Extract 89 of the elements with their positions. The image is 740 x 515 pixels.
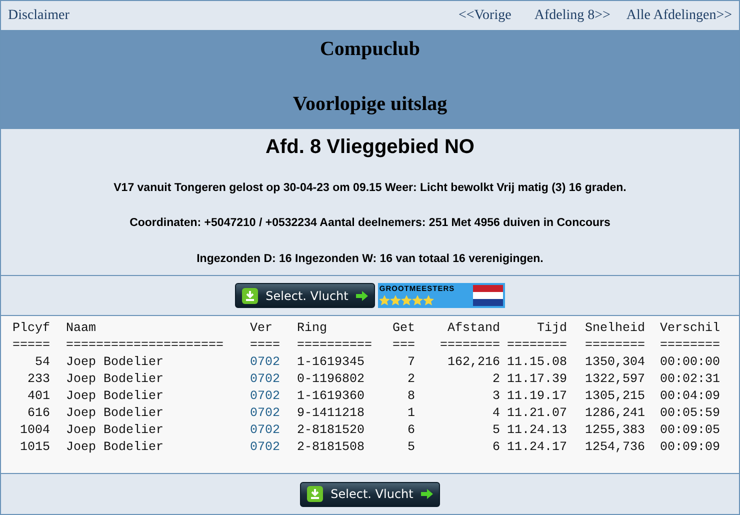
- table-cell-text: 11.19.17: [506, 388, 567, 405]
- select-flight-button[interactable]: Select. Vlucht: [234, 283, 376, 308]
- table-cell-text: 11.15.08: [506, 354, 567, 371]
- column-header: Afstand: [446, 320, 500, 337]
- table-cell-text: 401: [26, 388, 50, 405]
- column-header: Plcyf: [12, 320, 50, 337]
- header-rule: ========: [506, 337, 567, 354]
- table-cell-text: 00:05:59: [658, 405, 720, 422]
- table-cell-text: 1305,215: [584, 388, 645, 405]
- table-cell-text: 7: [406, 354, 415, 371]
- table-cell-text: 11.24.13: [506, 422, 567, 439]
- header-rule: =====================: [66, 337, 225, 354]
- table-cell-text: 162,216: [446, 354, 500, 371]
- table-cell-text: 1254,736: [584, 439, 645, 456]
- club-link[interactable]: 0702: [250, 371, 297, 388]
- club-link[interactable]: 0702: [250, 422, 297, 439]
- header-rule: ==========: [297, 337, 374, 354]
- club-link[interactable]: 0702: [250, 405, 297, 422]
- header-rule: ====: [250, 337, 282, 354]
- club-link[interactable]: 0702: [250, 388, 297, 405]
- table-cell-text: 2-8181520: [297, 422, 366, 439]
- column-header: Verschil: [658, 320, 720, 337]
- table-cell-text: 5: [406, 439, 415, 456]
- column-header: Snelheid: [584, 320, 645, 337]
- club-link[interactable]: 0702: [250, 354, 297, 371]
- table-cell-text: 00:09:09: [658, 439, 720, 456]
- table-cell-text: Joep Bodelier: [66, 354, 165, 371]
- table-cell-text: 9-1411218: [297, 405, 366, 422]
- table-cell-text: 8: [406, 388, 415, 405]
- table-cell-text: Joep Bodelier: [66, 405, 165, 422]
- table-cell-text: 11.24.17: [506, 439, 567, 456]
- column-header: Ver: [250, 320, 274, 337]
- flight-info-line: Ingezonden D: 16 Ingezonden W: 16 van totaal 16 verenigingen.: [196, 252, 544, 266]
- table-cell-text: 54: [34, 354, 50, 371]
- table-cell-text: Joep Bodelier: [66, 422, 165, 439]
- table-cell-text: 1-1619345: [297, 354, 366, 371]
- table-cell-text: 2-8181508: [297, 439, 366, 456]
- table-cell-text: 00:04:09: [658, 388, 720, 405]
- table-cell-text: 00:09:05: [658, 422, 720, 439]
- download-icon: [306, 486, 323, 502]
- table-cell-text: 1350,304: [584, 354, 645, 371]
- column-header: Tijd: [536, 320, 567, 337]
- division-title: Afd. 8 Vlieggebied NO: [266, 135, 474, 160]
- table-cell-text: 0-1196802: [297, 371, 366, 388]
- table-cell-text: 1004: [18, 422, 50, 439]
- table-cell-text: 1322,597: [584, 371, 645, 388]
- disclaimer-link[interactable]: Disclaimer: [8, 5, 70, 26]
- table-cell-text: 5: [491, 422, 500, 439]
- select-flight-button[interactable]: Select. Vlucht: [300, 482, 440, 506]
- club-title: Compuclub: [320, 37, 420, 62]
- table-cell-text: 11.17.39: [506, 371, 567, 388]
- column-header: Get: [391, 320, 415, 337]
- column-header: Naam: [66, 320, 98, 337]
- page-subtitle: Voorlopige uitslag: [292, 92, 448, 117]
- header-rule: ========: [658, 337, 720, 354]
- table-cell-text: 6: [491, 439, 500, 456]
- table-cell-text: 1: [406, 405, 415, 422]
- nav-link[interactable]: Alle Afdelingen>>: [626, 5, 732, 26]
- table-cell-text: 2: [491, 371, 500, 388]
- table-cell-text: 6: [406, 422, 415, 439]
- download-icon: [242, 288, 258, 304]
- table-cell-text: 1-1619360: [297, 388, 366, 405]
- club-link[interactable]: 0702: [250, 439, 297, 456]
- table-cell-text: 4: [491, 405, 500, 422]
- table-cell-text: 1255,383: [584, 422, 645, 439]
- table-cell-text: 1286,241: [584, 405, 645, 422]
- flight-info-line: Coordinaten: +5047210 / +0532234 Aantal deelnemers: 251 Met 4956 duiven in Concours: [130, 216, 610, 232]
- table-cell-text: 233: [26, 371, 50, 388]
- table-cell-text: 11.21.07: [506, 405, 567, 422]
- dutch-flag-icon: [473, 285, 504, 306]
- table-cell-text: 3: [491, 388, 500, 405]
- header-rule: ========: [438, 337, 500, 354]
- header-rule: =====: [12, 337, 50, 354]
- table-cell-text: Joep Bodelier: [66, 388, 165, 405]
- column-header: Ring: [297, 320, 328, 337]
- header-rule: ========: [584, 337, 645, 354]
- flight-info-line: V17 vanuit Tongeren gelost op 30-04-23 om 09.15 Weer: Licht bewolkt Vrij matig (3) 16 graden.: [114, 181, 626, 196]
- arrow-right-icon: [421, 489, 434, 499]
- table-cell-text: Joep Bodelier: [66, 371, 165, 388]
- nav-link[interactable]: Afdeling 8>>: [534, 5, 610, 26]
- nav-link[interactable]: <<Vorige: [458, 5, 512, 26]
- table-cell-text: 00:00:00: [658, 354, 720, 371]
- table-cell-text: 00:02:31: [658, 371, 720, 388]
- header-rule: ===: [391, 337, 415, 354]
- table-cell-text: 2: [406, 371, 415, 388]
- table-cell-text: Joep Bodelier: [66, 439, 165, 456]
- table-cell-text: 616: [26, 405, 50, 422]
- arrow-right-icon: [356, 290, 368, 300]
- table-cell-text: 1015: [18, 439, 50, 456]
